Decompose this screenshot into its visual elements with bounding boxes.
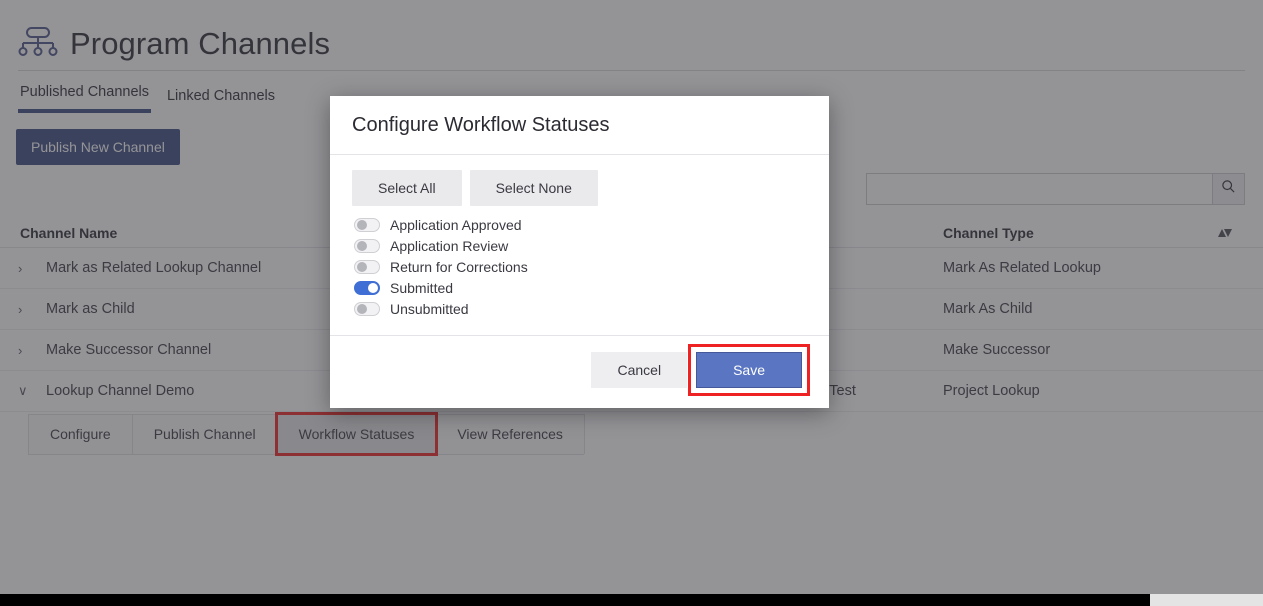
- selection-buttons: Select All Select None: [352, 170, 807, 206]
- toggle-switch-off-icon[interactable]: [354, 301, 380, 316]
- status-label: Application Review: [390, 237, 509, 254]
- status-label: Submitted: [390, 279, 454, 296]
- toggle-switch-off-icon[interactable]: [354, 217, 380, 232]
- status-label: Unsubmitted: [390, 300, 469, 317]
- save-button[interactable]: Save: [696, 352, 802, 388]
- status-label: Return for Corrections: [390, 258, 528, 275]
- save-button-highlight: Save: [688, 344, 810, 396]
- toggle-switch-on-icon[interactable]: [354, 280, 380, 295]
- status-toggle-application-approved[interactable]: Application Approved: [352, 215, 807, 234]
- status-toggle-list: Application Approved Application Review …: [352, 215, 807, 318]
- dialog-body: Select All Select None Application Appro…: [330, 155, 829, 335]
- dialog-title: Configure Workflow Statuses: [352, 114, 610, 136]
- status-toggle-application-review[interactable]: Application Review: [352, 236, 807, 255]
- status-toggle-return-for-corrections[interactable]: Return for Corrections: [352, 257, 807, 276]
- cancel-button[interactable]: Cancel: [591, 352, 688, 388]
- dialog-header: Configure Workflow Statuses: [330, 96, 829, 155]
- dialog-footer: Cancel Save: [330, 335, 829, 408]
- status-label: Application Approved: [390, 216, 522, 233]
- select-all-button[interactable]: Select All: [352, 170, 462, 206]
- toggle-switch-off-icon[interactable]: [354, 259, 380, 274]
- scrollbar-thumb[interactable]: [0, 594, 1150, 606]
- select-none-button[interactable]: Select None: [469, 170, 598, 206]
- horizontal-scrollbar[interactable]: [0, 594, 1263, 606]
- status-toggle-submitted[interactable]: Submitted: [352, 278, 807, 297]
- status-toggle-unsubmitted[interactable]: Unsubmitted: [352, 299, 807, 318]
- configure-workflow-statuses-dialog: Configure Workflow Statuses Select All S…: [330, 96, 829, 408]
- toggle-switch-off-icon[interactable]: [354, 238, 380, 253]
